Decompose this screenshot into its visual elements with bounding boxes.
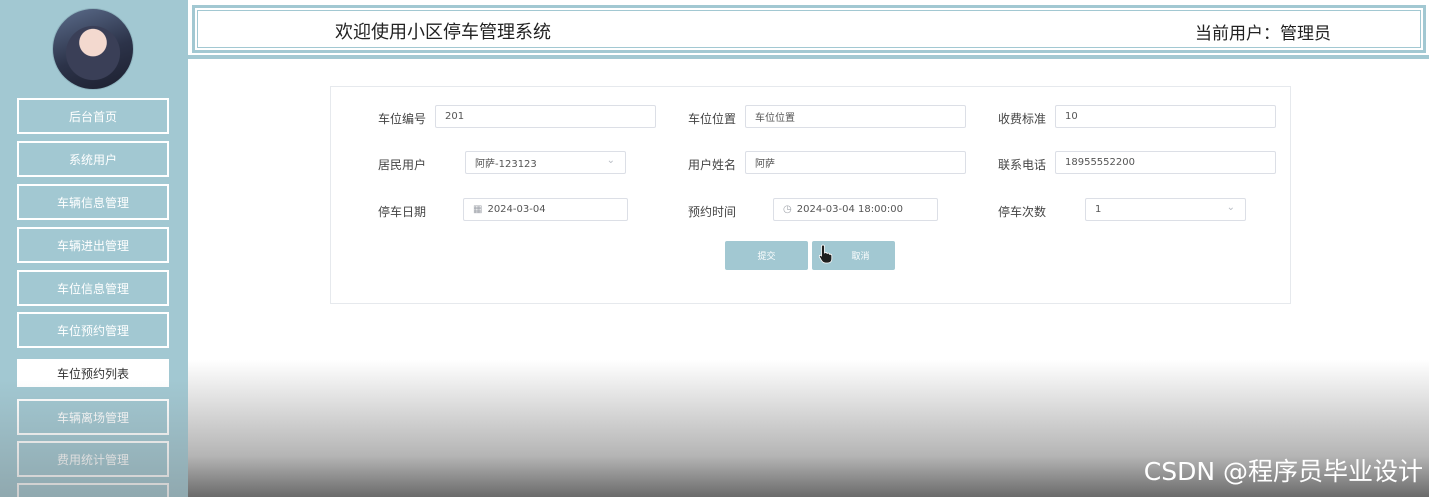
sidebar-item-dashboard[interactable]: 后台首页	[17, 98, 169, 134]
user-name-label: 用户姓名	[688, 158, 737, 172]
hand-pointer-icon	[818, 244, 833, 264]
sidebar-item-label: 车辆信息管理	[56, 195, 129, 210]
sidebar-item-vehicle-info[interactable]: 车辆信息管理	[17, 184, 169, 220]
clock-icon: ◷	[783, 204, 792, 215]
user-name-input[interactable]: 阿萨	[745, 151, 966, 174]
reserve-time-value: 2024-03-04 18:00:00	[796, 204, 903, 215]
page-title: 欢迎使用小区停车管理系统	[335, 22, 551, 43]
sidebar-item-label: 车位预约管理	[56, 323, 129, 338]
fee-standard-label: 收费标准	[998, 112, 1047, 126]
user-name-value: 阿萨	[755, 159, 775, 170]
fee-standard-value: 10	[1065, 111, 1078, 122]
sidebar-item-fee-stats[interactable]: 费用统计管理	[17, 441, 169, 477]
header-divider	[188, 55, 1429, 59]
cancel-button-label: 取消	[851, 252, 870, 262]
submit-button-label: 提交	[757, 252, 776, 262]
header: 欢迎使用小区停车管理系统 当前用户：管理员	[192, 5, 1426, 53]
resident-user-select[interactable]: 阿萨-123123 ⌄	[465, 151, 626, 174]
avatar[interactable]	[52, 8, 134, 90]
fee-standard-input[interactable]: 10	[1055, 105, 1276, 128]
reserve-time-label: 预约时间	[688, 205, 737, 219]
sidebar-item-more[interactable]	[17, 483, 169, 497]
resident-user-label: 居民用户	[378, 158, 427, 172]
park-date-value: 2024-03-04	[487, 204, 546, 215]
phone-label: 联系电话	[998, 158, 1047, 172]
sidebar-item-label: 费用统计管理	[56, 452, 129, 467]
resident-user-value: 阿萨-123123	[475, 159, 537, 170]
spot-location-label: 车位位置	[688, 112, 737, 126]
sidebar-item-system-users[interactable]: 系统用户	[17, 141, 169, 177]
watermark-text: CSDN @程序员毕业设计	[1143, 457, 1423, 486]
chevron-down-icon: ⌄	[606, 155, 615, 166]
phone-value: 18955552200	[1065, 157, 1135, 168]
park-count-select[interactable]: 1 ⌄	[1085, 198, 1246, 221]
sidebar-item-label: 系统用户	[68, 152, 117, 167]
sidebar-item-spot-reservation[interactable]: 车位预约管理	[17, 312, 169, 348]
park-date-label: 停车日期	[378, 205, 427, 219]
sidebar-item-spot-info[interactable]: 车位信息管理	[17, 270, 169, 306]
sidebar-item-label: 车位预约列表	[56, 366, 129, 381]
phone-input[interactable]: 18955552200	[1055, 151, 1276, 174]
calendar-icon: ▦	[473, 204, 483, 215]
reserve-time-picker[interactable]: ◷ 2024-03-04 18:00:00	[773, 198, 938, 221]
sidebar: 后台首页 系统用户 车辆信息管理 车辆进出管理 车位信息管理 车位预约管理 车位…	[0, 0, 188, 497]
sidebar-item-label: 车辆进出管理	[56, 238, 129, 253]
sidebar-item-label: 车辆离场管理	[56, 410, 129, 425]
spot-location-value: 车位位置	[755, 113, 795, 124]
chevron-down-icon: ⌄	[1226, 202, 1235, 213]
spot-no-input[interactable]: 201	[435, 105, 656, 128]
current-user: 当前用户：管理员	[1195, 24, 1331, 44]
park-count-value: 1	[1095, 204, 1102, 215]
park-count-label: 停车次数	[998, 205, 1047, 219]
sidebar-item-label: 后台首页	[68, 109, 117, 124]
sidebar-item-reservation-list[interactable]: 车位预约列表	[17, 359, 169, 387]
spot-no-label: 车位编号	[378, 112, 427, 126]
park-date-picker[interactable]: ▦ 2024-03-04	[463, 198, 628, 221]
sidebar-item-label: 车位信息管理	[56, 281, 129, 296]
submit-button[interactable]: 提交	[725, 241, 808, 270]
spot-no-value: 201	[445, 111, 465, 122]
sidebar-item-vehicle-inout[interactable]: 车辆进出管理	[17, 227, 169, 263]
sidebar-item-vehicle-exit[interactable]: 车辆离场管理	[17, 399, 169, 435]
spot-location-input[interactable]: 车位位置	[745, 105, 966, 128]
